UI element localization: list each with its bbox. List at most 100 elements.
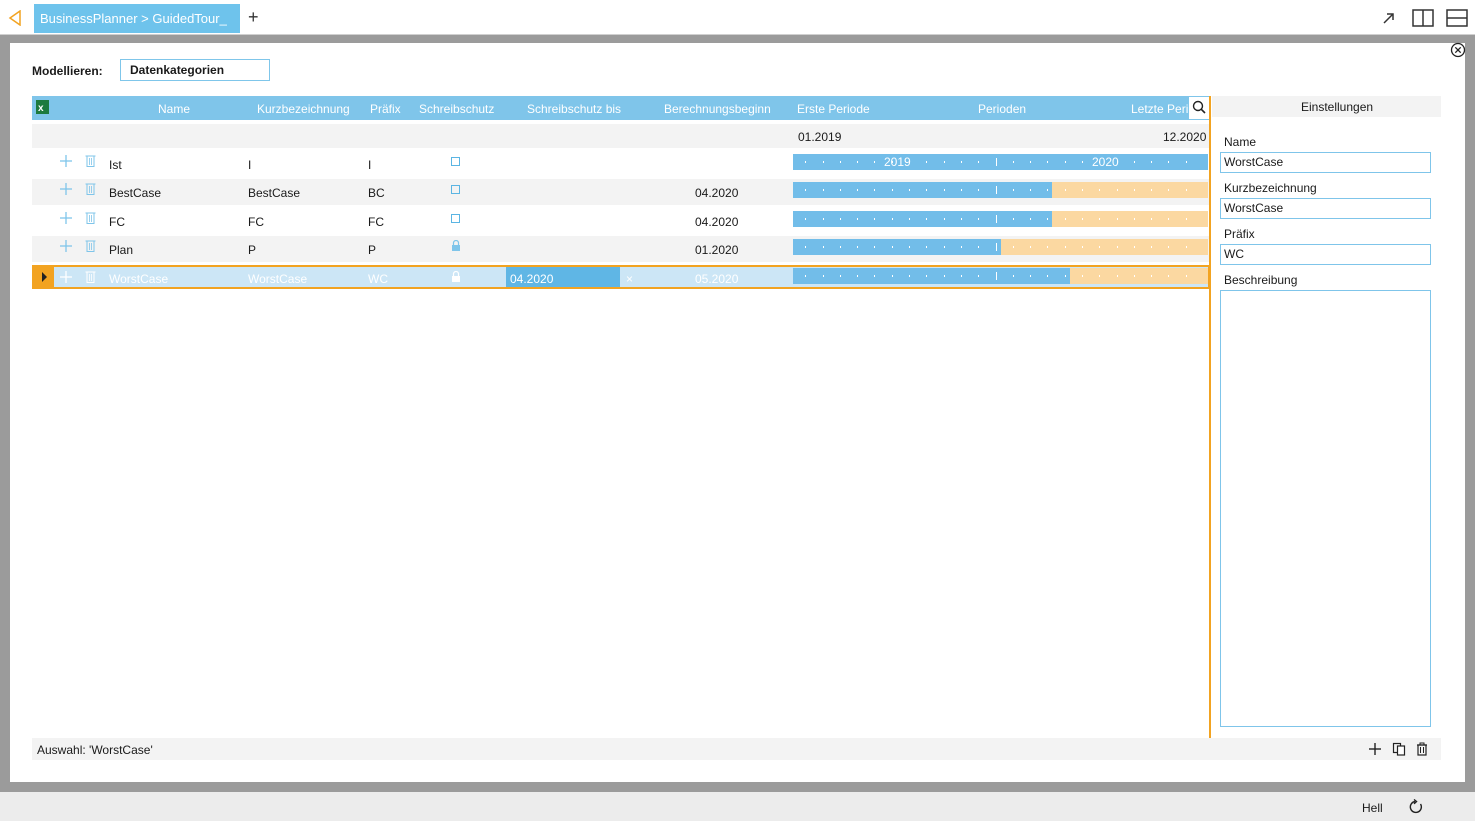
name-cell[interactable]: FC	[109, 215, 125, 229]
add-tab-icon[interactable]: +	[248, 8, 259, 26]
berechnungsbeginn-cell[interactable]: 05.2020	[695, 272, 738, 286]
berechnungsbeginn-cell[interactable]: 04.2020	[695, 186, 738, 200]
praefix-cell[interactable]: P	[368, 243, 376, 257]
praefix-cell[interactable]: BC	[368, 186, 385, 200]
timeline-tick	[874, 275, 875, 277]
col-berechnungsbeginn[interactable]: Berechnungsbeginn	[664, 102, 771, 116]
name-field[interactable]: WorstCase	[1220, 152, 1431, 173]
timeline-tick	[857, 161, 858, 163]
lock-icon[interactable]	[451, 271, 461, 282]
table-row[interactable]: Ist I I 2019 2020	[32, 151, 1210, 177]
timeline-active-bar	[793, 268, 1070, 284]
table-row[interactable]: FC FC FC 04.2020	[32, 208, 1210, 234]
timeline-tick	[840, 275, 841, 277]
popout-icon[interactable]	[1378, 8, 1400, 28]
lock-icon[interactable]	[451, 240, 461, 251]
col-schreibschutz[interactable]: Schreibschutz	[419, 102, 494, 116]
timeline-tick	[1030, 161, 1031, 163]
berechnungsbeginn-cell[interactable]: 04.2020	[695, 215, 738, 229]
delete-icon[interactable]	[1415, 742, 1429, 756]
schreibschutz-checkbox[interactable]	[451, 185, 460, 194]
name-cell[interactable]: Ist	[109, 158, 122, 172]
clear-date-icon[interactable]: ×	[626, 272, 633, 286]
timeline-tick	[1151, 218, 1152, 220]
add-row-icon[interactable]	[60, 271, 72, 283]
col-name[interactable]: Name	[158, 102, 190, 116]
period-timeline[interactable]	[793, 182, 1208, 198]
schreibschutz-checkbox[interactable]	[451, 214, 460, 223]
add-row-icon[interactable]	[60, 212, 72, 224]
timeline-inactive-bar	[1070, 268, 1208, 284]
timeline-tick	[1099, 275, 1100, 277]
delete-row-icon[interactable]	[85, 211, 96, 224]
add-row-icon[interactable]	[60, 240, 72, 252]
kurzbezeichnung-field[interactable]: WorstCase	[1220, 198, 1431, 219]
excel-export-icon[interactable]: x	[36, 100, 49, 114]
praefix-cell[interactable]: I	[368, 158, 371, 172]
period-timeline[interactable]	[793, 211, 1208, 227]
timeline-tick	[1013, 189, 1014, 191]
timeline-tick	[926, 161, 927, 163]
period-timeline[interactable]	[793, 239, 1208, 255]
table-row[interactable]: BestCase BestCase BC 04.2020	[32, 179, 1210, 205]
kurzbezeichnung-cell[interactable]: I	[248, 158, 251, 172]
timeline-tick	[805, 246, 806, 248]
back-arrow-icon[interactable]	[8, 10, 22, 26]
copy-icon[interactable]	[1392, 742, 1406, 756]
name-cell[interactable]: BestCase	[109, 186, 161, 200]
delete-row-icon[interactable]	[85, 182, 96, 195]
theme-label[interactable]: Hell	[1362, 801, 1383, 815]
table-row[interactable]: Plan P P 01.2020	[32, 236, 1210, 262]
timeline-tick	[978, 275, 979, 277]
praefix-cell[interactable]: FC	[368, 215, 384, 229]
name-label: Name	[1224, 135, 1257, 149]
period-timeline[interactable]	[793, 268, 1208, 284]
kurzbezeichnung-cell[interactable]: WorstCase	[248, 272, 307, 286]
praefix-field[interactable]: WC	[1220, 244, 1431, 265]
col-kurzbezeichnung[interactable]: Kurzbezeichnung	[257, 102, 350, 116]
col-erste-periode[interactable]: Erste Periode	[797, 102, 870, 116]
grid-split-divider[interactable]	[1209, 96, 1211, 738]
delete-row-icon[interactable]	[85, 154, 96, 167]
schreibschutz-checkbox[interactable]	[451, 157, 460, 166]
top-tab-bar: BusinessPlanner > GuidedTour_ +	[0, 0, 1475, 35]
timeline-active-bar	[793, 154, 1208, 170]
timeline-tick	[996, 272, 997, 280]
timeline-tick	[1134, 218, 1135, 220]
col-praefix[interactable]: Präfix	[370, 102, 401, 116]
refresh-icon[interactable]	[1408, 799, 1424, 815]
table-row[interactable]: × WorstCase WorstCase WC 04.2020 05.2020	[32, 265, 1210, 289]
name-cell[interactable]: WorstCase	[109, 272, 168, 286]
kurzbezeichnung-cell[interactable]: P	[248, 243, 256, 257]
timeline-tick	[1047, 189, 1048, 191]
kurzbezeichnung-cell[interactable]: FC	[248, 215, 264, 229]
split-horizontal-icon[interactable]	[1446, 8, 1468, 28]
name-cell[interactable]: Plan	[109, 243, 133, 257]
model-select[interactable]: Datenkategorien	[120, 59, 270, 81]
kurzbezeichnung-cell[interactable]: BestCase	[248, 186, 300, 200]
timeline-tick	[1013, 218, 1014, 220]
split-vertical-icon[interactable]	[1412, 8, 1434, 28]
close-panel-icon[interactable]	[1450, 42, 1466, 58]
add-icon[interactable]	[1368, 742, 1382, 756]
delete-row-icon[interactable]	[85, 239, 96, 252]
col-letzte-periode[interactable]: Letzte Peri	[1131, 102, 1188, 116]
period-start: 01.2019	[798, 130, 842, 144]
period-timeline[interactable]: 2019 2020	[793, 154, 1208, 170]
col-perioden[interactable]: Perioden	[978, 102, 1026, 116]
berechnungsbeginn-cell[interactable]: 01.2020	[695, 243, 738, 257]
tab-businessplanner[interactable]: BusinessPlanner > GuidedTour_	[34, 4, 240, 33]
col-schreibschutz-bis[interactable]: Schreibschutz bis	[527, 102, 621, 116]
row-selected-marker	[34, 267, 54, 287]
timeline-tick	[944, 246, 945, 248]
timeline-tick	[857, 275, 858, 277]
praefix-cell[interactable]: WC	[368, 272, 388, 286]
add-row-icon[interactable]	[60, 183, 72, 195]
beschreibung-field[interactable]	[1220, 290, 1431, 727]
schreibschutz-bis-cell[interactable]: 04.2020	[510, 272, 553, 286]
timeline-tick	[892, 246, 893, 248]
delete-row-icon[interactable]	[85, 270, 96, 283]
grid-search-button[interactable]	[1188, 96, 1210, 120]
status-bar: Auswahl: 'WorstCase'	[32, 738, 1441, 760]
add-row-icon[interactable]	[60, 155, 72, 167]
